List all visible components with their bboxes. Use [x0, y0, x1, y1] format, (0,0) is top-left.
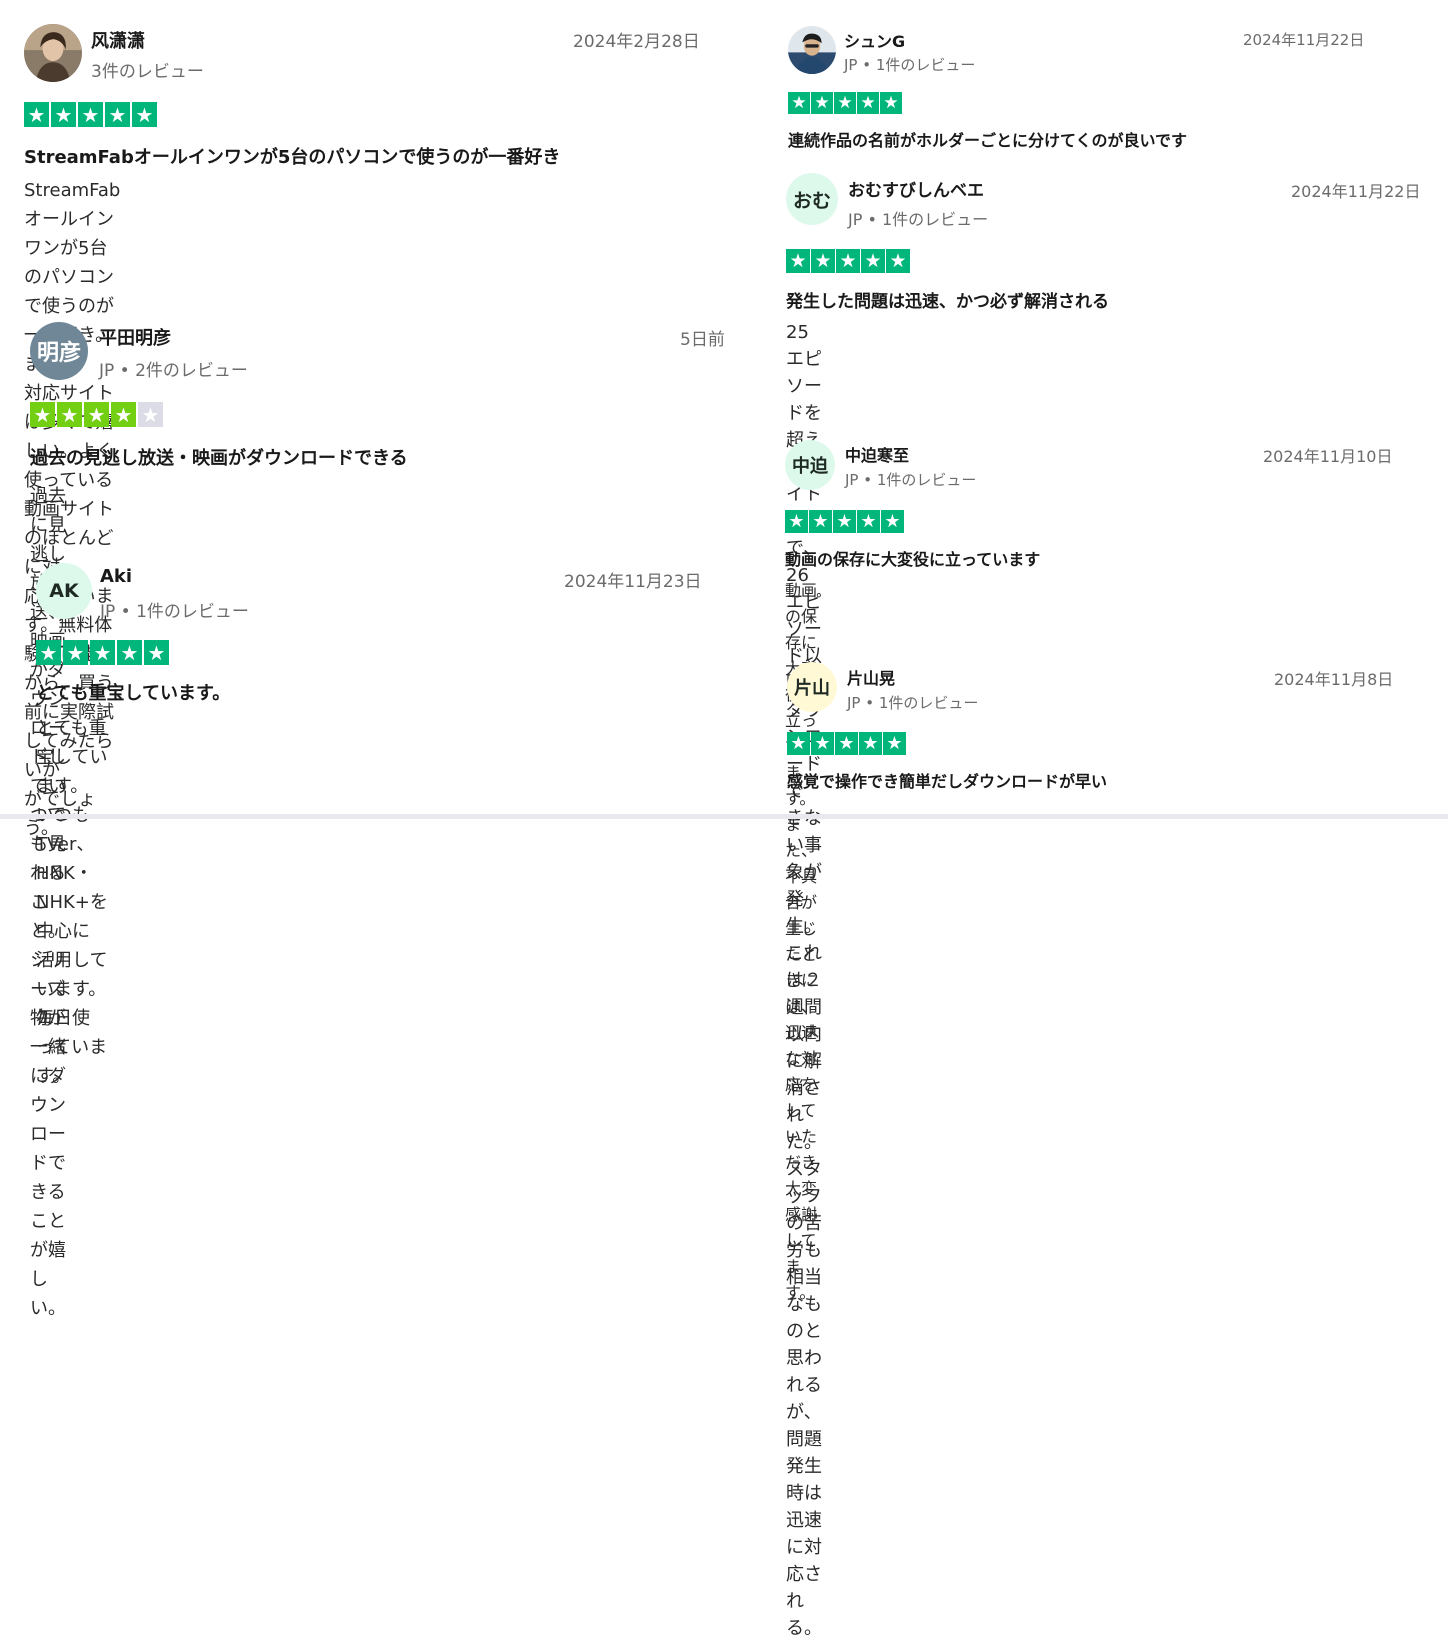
review-date: 2024年2月28日: [573, 32, 700, 52]
reviewer-name[interactable]: シュンG: [844, 28, 905, 52]
reviewer-name[interactable]: 风潇潇: [91, 27, 145, 53]
review-date: 2024年11月22日: [1291, 182, 1421, 201]
reviewer-meta: JP • 1件のレビュー: [845, 471, 977, 489]
avatar-initials: 中迫: [792, 456, 828, 477]
review-title[interactable]: StreamFabオールインワンが5台のパソコンで使うのが一番好き: [24, 143, 560, 169]
avatar[interactable]: AK: [36, 563, 92, 619]
reviewer-name[interactable]: 中迫寒至: [845, 442, 909, 466]
star-filled-icon: ★: [833, 510, 856, 533]
star-filled-icon: ★: [78, 102, 103, 127]
star-filled-icon: ★: [811, 92, 833, 114]
star-filled-icon: ★: [835, 732, 858, 755]
star-filled-icon: ★: [144, 640, 169, 665]
review-date: 5日前: [680, 330, 725, 350]
star-empty-icon: ★: [138, 402, 163, 427]
star-filled-icon: ★: [811, 732, 834, 755]
star-filled-icon: ★: [105, 102, 130, 127]
avatar-initials: おむ: [792, 189, 831, 212]
star-filled-icon: ★: [24, 102, 49, 127]
star-filled-icon: ★: [30, 402, 55, 427]
avatar[interactable]: [788, 26, 836, 74]
review-title[interactable]: とても重宝しています。: [36, 679, 230, 705]
review-title[interactable]: 動画の保存に大変役に立っています: [785, 546, 1040, 570]
star-filled-icon: ★: [834, 92, 856, 114]
star-filled-icon: ★: [786, 249, 810, 273]
star-filled-icon: ★: [880, 92, 902, 114]
reviewer-name[interactable]: 片山晃: [847, 665, 895, 689]
avatar[interactable]: 片山: [787, 662, 837, 712]
star-filled-icon: ★: [857, 510, 880, 533]
avatar[interactable]: [24, 24, 82, 82]
reviewer-meta: 3件のレビュー: [91, 62, 204, 82]
star-filled-icon: ★: [787, 732, 810, 755]
star-filled-icon: ★: [811, 249, 835, 273]
star-rating: ★ ★ ★ ★ ★: [785, 510, 904, 533]
review-title[interactable]: 過去の見逃し放送・映画がダウンロードできる: [30, 444, 408, 470]
star-rating: ★ ★ ★ ★ ★: [788, 92, 902, 114]
reviewer-name[interactable]: おむすびしんベエ: [848, 176, 984, 201]
avatar-initials: 明彦: [36, 341, 81, 366]
star-filled-icon: ★: [90, 640, 115, 665]
star-rating: ★ ★ ★ ★ ★: [24, 102, 157, 127]
star-filled-icon: ★: [84, 402, 109, 427]
star-filled-icon: ★: [809, 510, 832, 533]
reviewer-meta: JP • 1件のレビュー: [848, 210, 989, 229]
reviewer-meta: JP • 1件のレビュー: [847, 694, 979, 712]
review-body: とても重宝しています。 いつもTVer、HNK・NHK+を中心に活用しています。…: [36, 718, 108, 1087]
avatar[interactable]: 明彦: [30, 322, 88, 380]
star-filled-icon: ★: [111, 402, 136, 427]
star-rating: ★ ★ ★ ★ ★: [36, 640, 169, 665]
star-filled-icon: ★: [886, 249, 910, 273]
reviewer-name[interactable]: Aki: [100, 566, 132, 587]
reviewer-meta: JP • 1件のレビュー: [100, 602, 249, 622]
star-filled-icon: ★: [63, 640, 88, 665]
star-filled-icon: ★: [836, 249, 860, 273]
star-filled-icon: ★: [881, 510, 904, 533]
star-filled-icon: ★: [861, 249, 885, 273]
avatar[interactable]: おむ: [786, 173, 838, 225]
avatar-initials: AK: [49, 580, 79, 602]
review-title[interactable]: 発生した問題は迅速、かつ必ず解消される: [786, 287, 1109, 312]
star-filled-icon: ★: [785, 510, 808, 533]
star-rating: ★ ★ ★ ★ ★: [787, 732, 906, 755]
review-date: 2024年11月8日: [1274, 670, 1394, 689]
reviewer-name[interactable]: 平田明彦: [99, 324, 171, 350]
review-title[interactable]: 感覚で操作でき簡単だしダウンロードが早い: [787, 768, 1107, 792]
avatar[interactable]: 中迫: [785, 440, 835, 490]
star-filled-icon: ★: [883, 732, 906, 755]
reviewer-meta: JP • 1件のレビュー: [844, 56, 976, 74]
star-rating: ★ ★ ★ ★ ★: [786, 249, 910, 273]
star-filled-icon: ★: [36, 640, 61, 665]
star-filled-icon: ★: [788, 92, 810, 114]
star-filled-icon: ★: [57, 402, 82, 427]
review-date: 2024年11月22日: [1243, 31, 1365, 49]
star-filled-icon: ★: [859, 732, 882, 755]
star-filled-icon: ★: [117, 640, 142, 665]
star-rating: ★ ★ ★ ★ ★: [30, 402, 163, 427]
bottom-divider: [0, 814, 1448, 819]
review-date: 2024年11月10日: [1263, 447, 1393, 466]
avatar-initials: 片山: [794, 678, 830, 699]
reviewer-meta: JP • 2件のレビュー: [99, 361, 248, 381]
star-filled-icon: ★: [857, 92, 879, 114]
review-title[interactable]: 連続作品の名前がホルダーごとに分けてくのが良いです: [788, 127, 1187, 151]
star-filled-icon: ★: [132, 102, 157, 127]
review-date: 2024年11月23日: [564, 572, 702, 592]
star-filled-icon: ★: [51, 102, 76, 127]
